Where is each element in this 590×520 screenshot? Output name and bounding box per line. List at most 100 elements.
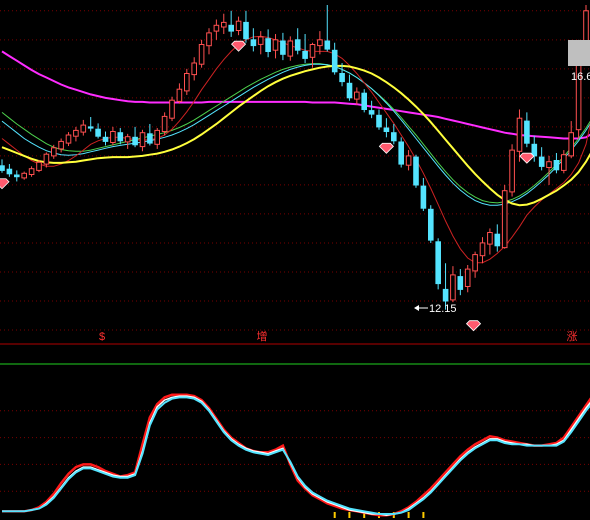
low-marker-label: 12.15 [429, 303, 457, 315]
oscillator-bar [407, 512, 410, 518]
candle-down [494, 233, 501, 247]
candle-down [331, 49, 338, 73]
candle-up [206, 32, 212, 47]
candle-down [428, 208, 434, 241]
candle-up [80, 124, 87, 133]
low-marker-arrowhead [414, 305, 419, 311]
price-label-box [568, 40, 590, 66]
candle-down [346, 82, 353, 99]
candle-up [169, 99, 175, 119]
stock-chart: $ 增 涨 16.6 12.15 [0, 5, 590, 518]
candle-down [553, 160, 560, 171]
low-price-marker: 12.15 [414, 303, 457, 315]
oscillator-bar [348, 512, 351, 518]
candle-down [6, 168, 13, 175]
oscillator-line-2 [2, 396, 590, 515]
ma-green-line [1, 63, 590, 204]
candle-up [221, 21, 227, 28]
price-label-text: 16.6 [571, 71, 590, 83]
candle-down [243, 21, 249, 40]
oscillator-bar [333, 512, 336, 518]
candle-up [124, 136, 131, 143]
signal-diamond-icon [519, 152, 535, 164]
candle-up [405, 155, 412, 166]
candle-up [501, 190, 508, 249]
price-grid [0, 10, 590, 331]
candle-down [102, 136, 109, 142]
oscillator-bar [422, 512, 425, 518]
ma-mid-line [1, 64, 590, 207]
candle-down [95, 128, 101, 137]
oscillator-lines [2, 393, 590, 517]
signal-diamond-icon [378, 142, 394, 154]
candle-up [58, 140, 64, 150]
candle-up [464, 268, 471, 288]
signal-label-dollar: $ [99, 331, 105, 343]
candle-down [531, 143, 538, 157]
candle-down [87, 126, 94, 129]
candle-down [302, 50, 308, 59]
candle-down [339, 73, 345, 83]
chart-stage: $ 增 涨 16.6 12.15 [0, 0, 590, 520]
candle-up [154, 129, 160, 145]
candle-up [110, 131, 116, 143]
candle-down [413, 156, 419, 186]
oscillator-line-1 [2, 395, 590, 517]
candle-up [36, 161, 42, 171]
candle-down [280, 40, 286, 55]
candle-down [147, 133, 153, 144]
signal-diamond-icon [0, 178, 10, 190]
candle-down [368, 110, 375, 115]
candle-up [198, 44, 205, 65]
candle-down [324, 40, 331, 50]
candle-up [354, 91, 360, 100]
oscillator-line-0 [2, 393, 590, 517]
ma-long-line [1, 50, 590, 140]
candle-up [73, 129, 79, 137]
candle-down [228, 24, 234, 32]
candle-down [398, 141, 404, 165]
candle-up [28, 168, 35, 175]
candle-down [132, 136, 138, 146]
candle-down [420, 185, 427, 209]
candle-down [14, 174, 20, 178]
candle-down [391, 132, 397, 142]
ma-cyan-line [1, 63, 590, 206]
candle-up [43, 153, 50, 165]
candle-up [309, 44, 316, 58]
candle-up [184, 73, 190, 92]
candle-up [561, 154, 567, 171]
candle-up [509, 149, 515, 193]
ma-fast-line [1, 35, 590, 264]
candle-up [479, 242, 486, 257]
candle-up [21, 172, 27, 179]
candle-up [568, 132, 575, 157]
candle-up [450, 274, 456, 301]
candle-up [176, 88, 183, 102]
candle-up [139, 132, 146, 148]
candle-up [161, 115, 168, 133]
candle-up [487, 232, 493, 245]
candle-down [538, 156, 545, 167]
candle-down [457, 276, 464, 290]
candle-up [235, 20, 242, 32]
candle-down [376, 114, 382, 128]
candle-up [213, 24, 220, 32]
signal-label-zhang: 涨 [567, 330, 578, 343]
signal-label-zeng: 增 [257, 329, 268, 343]
candle-up [287, 40, 294, 57]
moving-average-lines [1, 35, 590, 264]
candle-down [383, 127, 390, 132]
candle-down [117, 132, 124, 142]
candle-up [65, 134, 72, 144]
candle-up [257, 36, 264, 45]
candle-down [250, 39, 257, 47]
candle-down [361, 92, 367, 110]
candle-down [435, 241, 441, 285]
candle-down [294, 39, 301, 51]
candle-up [191, 62, 197, 76]
candle-up [272, 39, 279, 51]
candlesticks [0, 5, 589, 310]
oscillator-grid [0, 410, 590, 492]
candle-up [51, 147, 57, 157]
